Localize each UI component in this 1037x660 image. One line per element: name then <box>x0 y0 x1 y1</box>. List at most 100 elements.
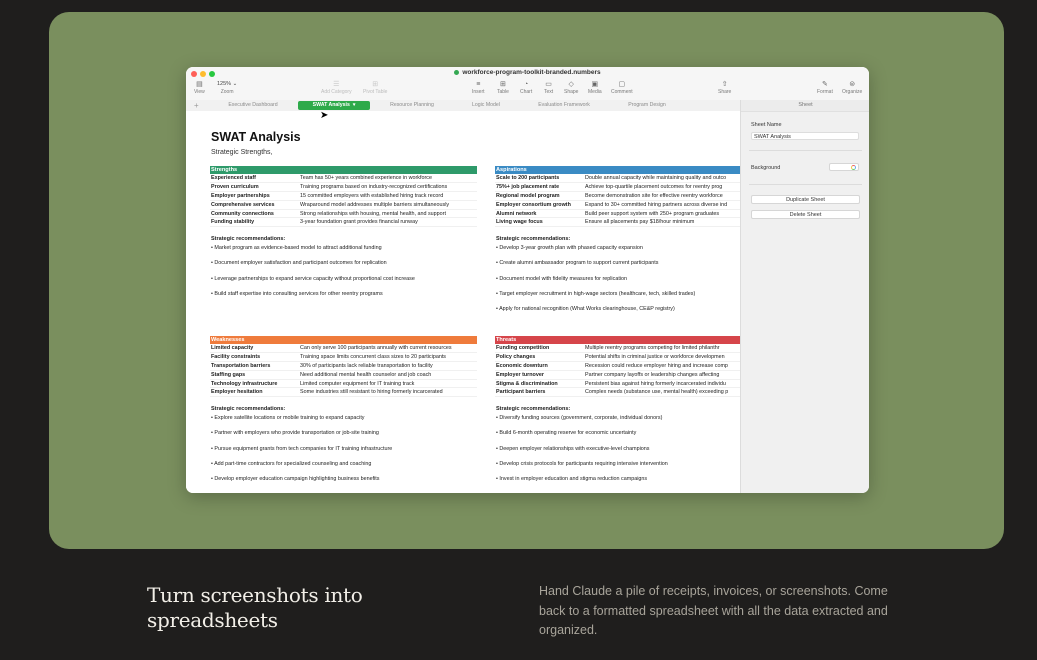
table-row[interactable]: Community connections Strong relationship… <box>210 210 477 219</box>
row-value[interactable]: Strong relationships with housing, menta… <box>300 210 477 218</box>
row-label[interactable]: Regional model program <box>496 192 560 200</box>
table-row[interactable]: Scale to 200 participants Double annual c… <box>495 174 740 183</box>
row-label[interactable]: 75%+ job placement rate <box>496 183 559 191</box>
table-row[interactable]: Staffing gaps Need additional mental heal… <box>210 371 477 380</box>
row-value[interactable]: Can only serve 100 participants annually… <box>300 344 477 352</box>
background-color-well[interactable] <box>829 163 859 171</box>
media-button[interactable]: ▣ Media <box>588 80 602 95</box>
row-label[interactable]: Transportation barriers <box>211 362 270 370</box>
row-label[interactable]: Proven curriculum <box>211 183 259 191</box>
row-label[interactable]: Economic downturn <box>496 362 548 370</box>
tab-swat-analysis[interactable]: SWAT Analysis ▾ <box>298 101 370 110</box>
table-row[interactable]: Experienced staff Team has 50+ years comb… <box>210 174 477 183</box>
row-value[interactable]: 3-year foundation grant provides financi… <box>300 218 477 226</box>
view-button[interactable]: ▤ View <box>194 80 205 95</box>
row-value[interactable]: Need additional mental health counselor … <box>300 371 477 379</box>
pivot-table-button[interactable]: ⊞ Pivot Table <box>363 80 387 95</box>
row-label[interactable]: Technology infrastructure <box>211 380 277 388</box>
row-value[interactable]: Persistent bias against hiring formerly … <box>585 380 740 388</box>
sheet-name-field[interactable]: SWAT Analysis <box>751 132 859 140</box>
table-row[interactable]: Funding stability 3-year foundation grant… <box>210 218 477 228</box>
row-value[interactable]: 30% of participants lack reliable transp… <box>300 362 477 370</box>
row-value[interactable]: Become demonstration site for effective … <box>585 192 740 200</box>
table-row[interactable]: Employer turnover Partner company layoffs… <box>495 371 740 380</box>
table-row[interactable]: Facility constraints Training space limit… <box>210 353 477 362</box>
table-row[interactable]: Policy changes Potential shifts in crimin… <box>495 353 740 362</box>
row-label[interactable]: Employer consortium growth <box>496 201 571 209</box>
row-label[interactable]: Funding competition <box>496 344 549 352</box>
table-row[interactable]: Proven curriculum Training programs based… <box>210 183 477 192</box>
shape-button[interactable]: ◇ Shape <box>564 80 578 95</box>
comment-button[interactable]: ▢ Comment <box>611 80 633 95</box>
color-wheel-icon[interactable] <box>851 165 856 170</box>
table-row[interactable]: Participant barriers Complex needs (subst… <box>495 388 740 398</box>
row-label[interactable]: Participant barriers <box>496 388 545 396</box>
delete-sheet-button[interactable]: Delete Sheet <box>751 210 860 219</box>
table-row[interactable]: Regional model program Become demonstrati… <box>495 192 740 201</box>
table-row[interactable]: Living wage focus Ensure all placements p… <box>495 218 740 228</box>
row-value[interactable]: Potential shifts in criminal justice or … <box>585 353 740 361</box>
row-label[interactable]: Staffing gaps <box>211 371 245 379</box>
table-row[interactable]: Limited capacity Can only serve 100 parti… <box>210 344 477 353</box>
table-row[interactable]: Funding competition Multiple reentry prog… <box>495 344 740 353</box>
row-value[interactable]: Complex needs (substance use, mental hea… <box>585 388 740 396</box>
row-value[interactable]: Expand to 30+ committed hiring partners … <box>585 201 740 209</box>
row-value[interactable]: Training space limits concurrent class s… <box>300 353 477 361</box>
table-row[interactable]: Technology infrastructure Limited compute… <box>210 380 477 389</box>
row-label[interactable]: Employer hesitation <box>211 388 263 396</box>
table-row[interactable]: Stigma & discrimination Persistent bias a… <box>495 380 740 389</box>
row-label[interactable]: Funding stability <box>211 218 254 226</box>
row-value[interactable]: Recession could reduce employer hiring a… <box>585 362 740 370</box>
insert-button[interactable]: ≡ Insert <box>472 80 485 95</box>
table-row[interactable]: Employer consortium growth Expand to 30+ … <box>495 201 740 210</box>
format-button[interactable]: ✎ Format <box>817 80 833 95</box>
table-button[interactable]: ⊞ Table <box>497 80 509 95</box>
row-value[interactable]: Ensure all placements pay $18/hour minim… <box>585 218 740 226</box>
row-label[interactable]: Community connections <box>211 210 274 218</box>
row-label[interactable]: Scale to 200 participants <box>496 174 559 182</box>
row-value[interactable]: Limited computer equipment for IT traini… <box>300 380 477 388</box>
row-value[interactable]: 15 committed employers with established … <box>300 192 477 200</box>
row-value[interactable]: Partner company layoffs or leadership ch… <box>585 371 740 379</box>
share-button[interactable]: ⇧ Share <box>718 80 731 95</box>
row-label[interactable]: Employer partnerships <box>211 192 270 200</box>
row-label[interactable]: Stigma & discrimination <box>496 380 558 388</box>
threats-table[interactable]: Threats Funding competition Multiple reen… <box>495 336 740 398</box>
row-label[interactable]: Experienced staff <box>211 174 256 182</box>
add-sheet-plus-icon[interactable]: + <box>194 100 199 111</box>
row-value[interactable]: Training programs based on industry-reco… <box>300 183 477 191</box>
row-label[interactable]: Facility constraints <box>211 353 260 361</box>
row-value[interactable]: Double annual capacity while maintaining… <box>585 174 740 182</box>
table-row[interactable]: Transportation barriers 30% of participan… <box>210 362 477 371</box>
row-label[interactable]: Limited capacity <box>211 344 253 352</box>
row-label[interactable]: Alumni network <box>496 210 536 218</box>
duplicate-sheet-button[interactable]: Duplicate Sheet <box>751 195 860 204</box>
tab-resource-planning[interactable]: Resource Planning <box>376 101 448 110</box>
table-row[interactable]: Comprehensive services Wraparound model a… <box>210 201 477 210</box>
table-row[interactable]: Economic downturn Recession could reduce … <box>495 362 740 371</box>
tab-logic-model[interactable]: Logic Model <box>454 101 518 110</box>
strengths-table[interactable]: Strengths Experienced staff Team has 50+ … <box>210 166 477 228</box>
row-label[interactable]: Employer turnover <box>496 371 544 379</box>
chart-button[interactable]: ◔ Chart <box>520 80 532 95</box>
tab-menu-chevron-icon[interactable]: ▾ <box>353 102 356 108</box>
row-value[interactable]: Some industries still resistant to hirin… <box>300 388 477 396</box>
table-row[interactable]: Employer partnerships 15 committed employ… <box>210 192 477 201</box>
row-value[interactable]: Team has 50+ years combined experience i… <box>300 174 477 182</box>
table-row[interactable]: Employer hesitation Some industries still… <box>210 388 477 398</box>
tab-program-design[interactable]: Program Design <box>610 101 684 110</box>
row-label[interactable]: Comprehensive services <box>211 201 275 209</box>
table-row[interactable]: Alumni network Build peer support system … <box>495 210 740 219</box>
add-category-button[interactable]: ☰ Add Category <box>321 80 352 95</box>
row-value[interactable]: Build peer support system with 250+ prog… <box>585 210 740 218</box>
row-label[interactable]: Living wage focus <box>496 218 543 226</box>
text-button[interactable]: ▭ Text <box>544 80 553 95</box>
organize-button[interactable]: ⊜ Organize <box>842 80 862 95</box>
tab-executive-dashboard[interactable]: Executive Dashboard <box>214 101 292 110</box>
table-row[interactable]: 75%+ job placement rate Achieve top-quart… <box>495 183 740 192</box>
zoom-button[interactable]: 125% ⌄ Zoom <box>217 80 237 95</box>
row-value[interactable]: Achieve top-quartile placement outcomes … <box>585 183 740 191</box>
weaknesses-table[interactable]: Weaknesses Limited capacity Can only serv… <box>210 336 477 398</box>
row-label[interactable]: Policy changes <box>496 353 535 361</box>
row-value[interactable]: Wraparound model addresses multiple barr… <box>300 201 477 209</box>
